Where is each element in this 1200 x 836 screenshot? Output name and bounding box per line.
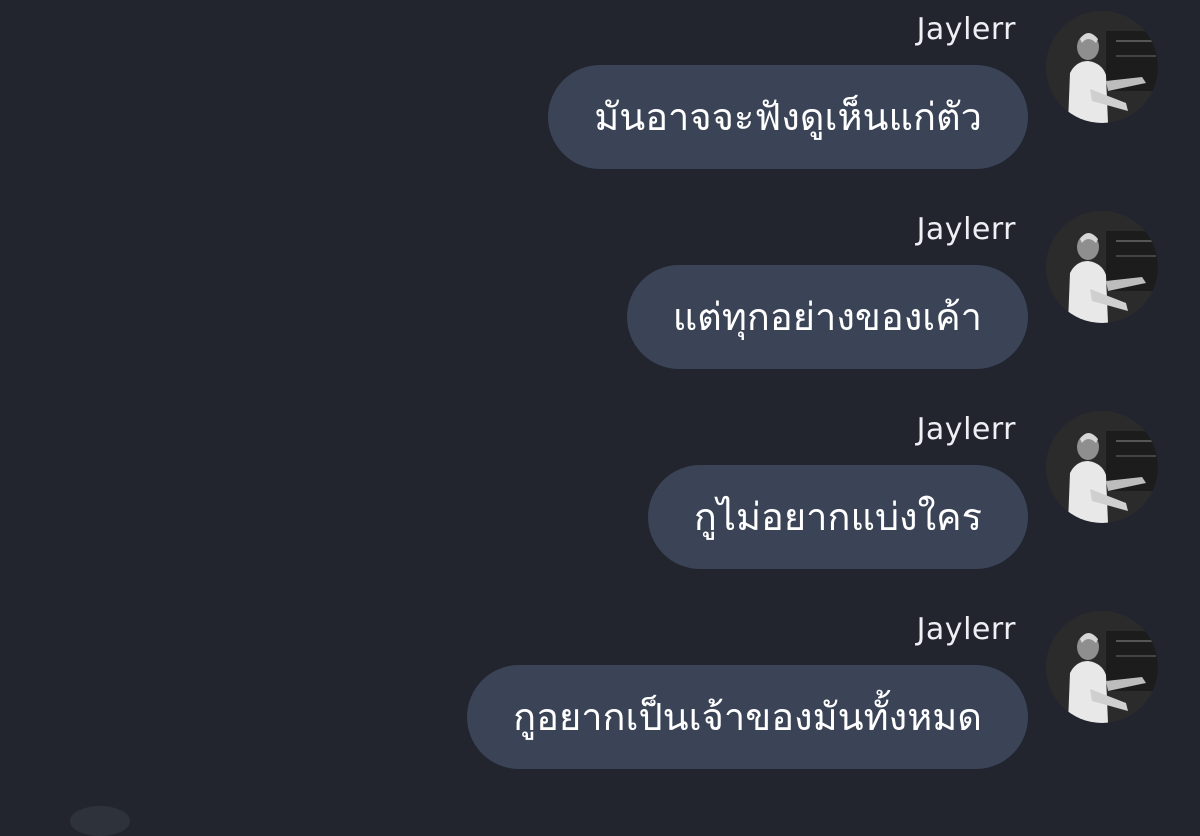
avatar[interactable]: [1046, 11, 1158, 123]
partial-avatar: [70, 806, 130, 836]
sender-name: Jaylerr: [916, 12, 1016, 47]
avatar[interactable]: [1046, 611, 1158, 723]
message-group: Jaylerr แต่ทุกอย่างของเค้า: [0, 200, 1200, 400]
sender-name: Jaylerr: [916, 212, 1016, 247]
message-group: Jaylerr กูอยากเป็นเจ้าของมันทั้งหมด: [0, 600, 1200, 800]
user-photo-avatar-icon: [1046, 411, 1158, 523]
message-bubble[interactable]: กูอยากเป็นเจ้าของมันทั้งหมด: [467, 665, 1028, 769]
user-photo-avatar-icon: [1046, 611, 1158, 723]
avatar[interactable]: [1046, 411, 1158, 523]
message-bubble[interactable]: แต่ทุกอย่างของเค้า: [626, 265, 1028, 369]
message-group: Jaylerr กูไม่อยากแบ่งใคร: [0, 400, 1200, 600]
message-bubble[interactable]: กูไม่อยากแบ่งใคร: [647, 465, 1028, 569]
chat-message-list: Jaylerr มันอาจจะฟังดูเห็นแก่ตัว Jaylerr: [0, 0, 1200, 836]
avatar[interactable]: [1046, 211, 1158, 323]
user-photo-avatar-icon: [1046, 11, 1158, 123]
sender-name: Jaylerr: [916, 612, 1016, 647]
sender-name: Jaylerr: [916, 412, 1016, 447]
user-photo-avatar-icon: [1046, 211, 1158, 323]
message-group: Jaylerr มันอาจจะฟังดูเห็นแก่ตัว: [0, 0, 1200, 200]
message-bubble[interactable]: มันอาจจะฟังดูเห็นแก่ตัว: [548, 65, 1028, 169]
